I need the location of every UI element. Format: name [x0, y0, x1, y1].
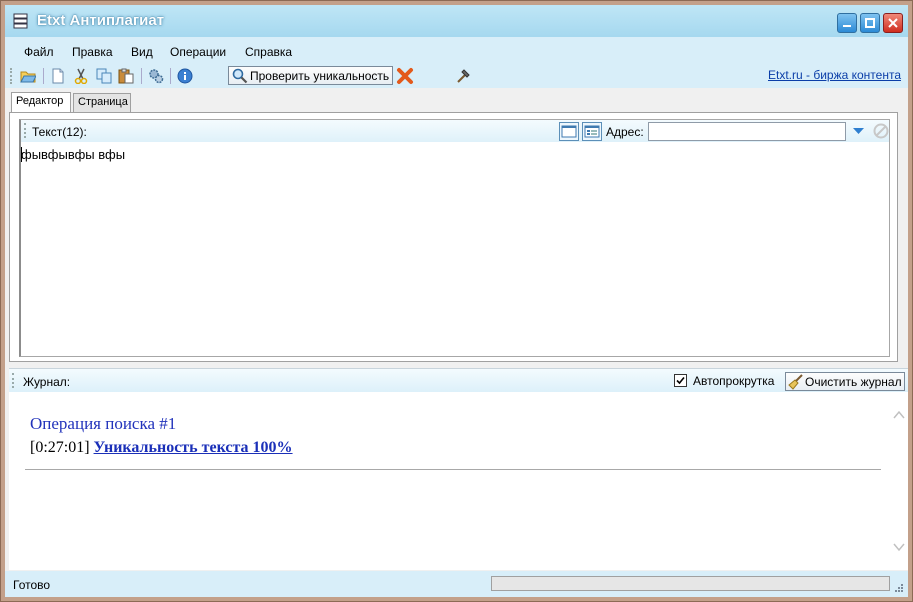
window-view-icon — [561, 125, 577, 138]
paste-icon[interactable] — [118, 68, 134, 84]
info-icon[interactable] — [177, 68, 193, 84]
list-view-icon — [584, 125, 600, 138]
minimize-icon — [843, 25, 851, 27]
tab-editor[interactable]: Редактор — [11, 92, 71, 113]
window-title: Etxt Антиплагиат — [37, 12, 165, 29]
journal-divider — [25, 469, 881, 470]
settings-icon[interactable] — [148, 68, 164, 84]
close-icon — [888, 18, 898, 28]
text-length-label: Текст(12): — [32, 125, 87, 139]
chevron-up-icon[interactable] — [893, 410, 905, 420]
client-area: Файл Правка Вид Операции Справка Провери… — [5, 37, 908, 597]
single-view-button[interactable] — [559, 122, 579, 141]
menu-view[interactable]: Вид — [131, 45, 153, 59]
app-window: Etxt Антиплагиат Файл Правка Вид Операци… — [0, 0, 913, 602]
progress-bar — [491, 576, 890, 591]
copy-icon[interactable] — [96, 68, 112, 84]
journal-header: Журнал: Автопрокрутка Очистить журнал — [9, 368, 908, 393]
operation-title: Операция поиска #1 — [30, 414, 177, 433]
status-text: Готово — [13, 578, 51, 592]
uniqueness-result-link[interactable]: Уникальность текста 100% — [94, 439, 293, 456]
editor-box: Текст(12): Адрес: фывфывфы вфы — [19, 119, 890, 357]
journal-header-grip — [12, 373, 17, 388]
cancel-icon[interactable] — [396, 67, 414, 85]
maximize-button[interactable] — [860, 13, 880, 33]
autoscroll-checkbox[interactable] — [674, 374, 687, 387]
menu-help[interactable]: Справка — [245, 45, 292, 59]
open-folder-icon[interactable] — [20, 68, 36, 84]
editor-text[interactable]: фывфывфы вфы — [21, 147, 125, 162]
app-icon — [13, 13, 28, 29]
search-icon — [232, 68, 248, 84]
editor-header: Текст(12): Адрес: — [21, 120, 889, 142]
toolbar: Проверить уникальность Etxt.ru - биржа к… — [5, 64, 908, 88]
toolbar-grip[interactable] — [10, 68, 15, 84]
close-button[interactable] — [883, 13, 903, 33]
tab-editor-label: Редактор — [16, 95, 64, 107]
toolbar-separator — [170, 68, 171, 84]
status-bar: Готово — [5, 571, 908, 597]
tab-page-label: Страница — [78, 96, 128, 108]
etxt-site-link[interactable]: Etxt.ru - биржа контента — [768, 68, 901, 82]
menu-operations[interactable]: Операции — [170, 45, 226, 59]
address-input[interactable] — [648, 122, 846, 141]
check-uniqueness-label: Проверить уникальность — [250, 69, 390, 83]
tab-page[interactable]: Страница — [73, 93, 131, 112]
journal-label: Журнал: — [23, 375, 71, 389]
toolbar-separator — [43, 68, 44, 84]
address-label: Адрес: — [606, 125, 644, 139]
split-view-button[interactable] — [582, 122, 602, 141]
maximize-icon — [865, 18, 875, 28]
menu-edit[interactable]: Правка — [72, 45, 113, 59]
journal-entry: [0:27:01] Уникальность текста 100% — [30, 439, 293, 457]
cut-icon[interactable] — [73, 68, 89, 84]
title-bar[interactable]: Etxt Антиплагиат — [5, 5, 908, 37]
hammer-icon[interactable] — [456, 68, 472, 84]
chevron-down-icon[interactable] — [893, 542, 905, 552]
broom-icon — [788, 374, 803, 390]
menu-file[interactable]: Файл — [24, 45, 54, 59]
chevron-down-icon[interactable] — [852, 126, 865, 136]
stop-icon[interactable] — [873, 123, 889, 139]
clear-journal-label: Очистить журнал — [805, 375, 902, 389]
entry-time: [0:27:01] — [30, 439, 90, 456]
autoscroll-label[interactable]: Автопрокрутка — [693, 374, 774, 388]
menu-bar: Файл Правка Вид Операции Справка — [5, 37, 908, 64]
check-uniqueness-button[interactable]: Проверить уникальность — [228, 66, 393, 85]
editor-header-grip — [24, 123, 29, 138]
resize-grip-icon[interactable] — [894, 583, 904, 593]
clear-journal-button[interactable]: Очистить журнал — [785, 372, 905, 391]
toolbar-separator — [141, 68, 142, 84]
new-document-icon[interactable] — [50, 68, 66, 84]
minimize-button[interactable] — [837, 13, 857, 33]
checkmark-icon — [676, 376, 685, 385]
editor-panel: Текст(12): Адрес: фывфывфы вфы — [9, 112, 898, 362]
journal-log: Операция поиска #1 [0:27:01] Уникальност… — [9, 392, 908, 570]
